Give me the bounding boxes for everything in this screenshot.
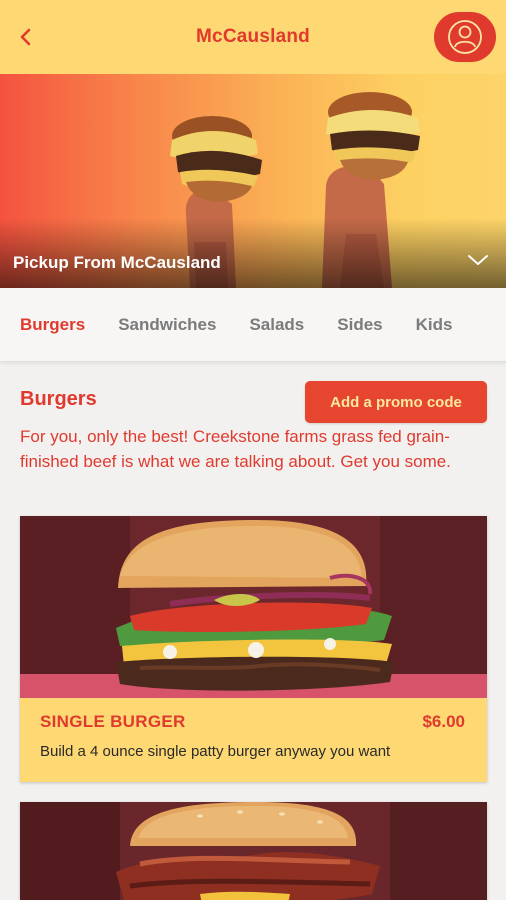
user-icon xyxy=(448,20,482,54)
tab-salads[interactable]: Salads xyxy=(249,315,304,335)
app-screen: McCausland Pickup From McCausland Burger… xyxy=(0,0,506,900)
burger-image xyxy=(20,516,487,698)
tab-sides[interactable]: Sides xyxy=(337,315,382,335)
menu-item-card[interactable] xyxy=(20,802,487,900)
pickup-location-label: Pickup From McCausland xyxy=(13,253,221,272)
chevron-down-icon[interactable] xyxy=(466,252,490,268)
section-title: Burgers xyxy=(20,388,97,410)
section-description: For you, only the best! Creekstone farms… xyxy=(20,427,451,471)
item-name: SINGLE BURGER xyxy=(40,712,186,731)
menu-item-card[interactable]: SINGLE BURGER $6.00 Build a 4 ounce sing… xyxy=(20,516,487,782)
add-promo-code-button[interactable]: Add a promo code xyxy=(305,381,487,423)
app-header: McCausland xyxy=(0,0,506,74)
item-description: Build a 4 ounce single patty burger anyw… xyxy=(40,743,391,760)
burger-image xyxy=(20,802,487,900)
back-button[interactable] xyxy=(12,22,40,52)
menu-item-image xyxy=(20,516,487,698)
tab-burgers[interactable]: Burgers xyxy=(20,315,85,335)
tab-kids[interactable]: Kids xyxy=(416,315,453,335)
chevron-left-icon xyxy=(20,28,31,46)
menu-item-image xyxy=(20,802,487,900)
tab-sandwiches[interactable]: Sandwiches xyxy=(118,315,216,335)
page-title: McCausland xyxy=(196,26,310,47)
profile-button[interactable] xyxy=(434,12,496,62)
item-price: $6.00 xyxy=(422,712,465,731)
hero-banner[interactable]: Pickup From McCausland xyxy=(0,74,506,288)
category-tabs: Burgers Sandwiches Salads Sides Kids xyxy=(0,288,506,362)
menu-item-info: SINGLE BURGER $6.00 Build a 4 ounce sing… xyxy=(20,698,487,782)
